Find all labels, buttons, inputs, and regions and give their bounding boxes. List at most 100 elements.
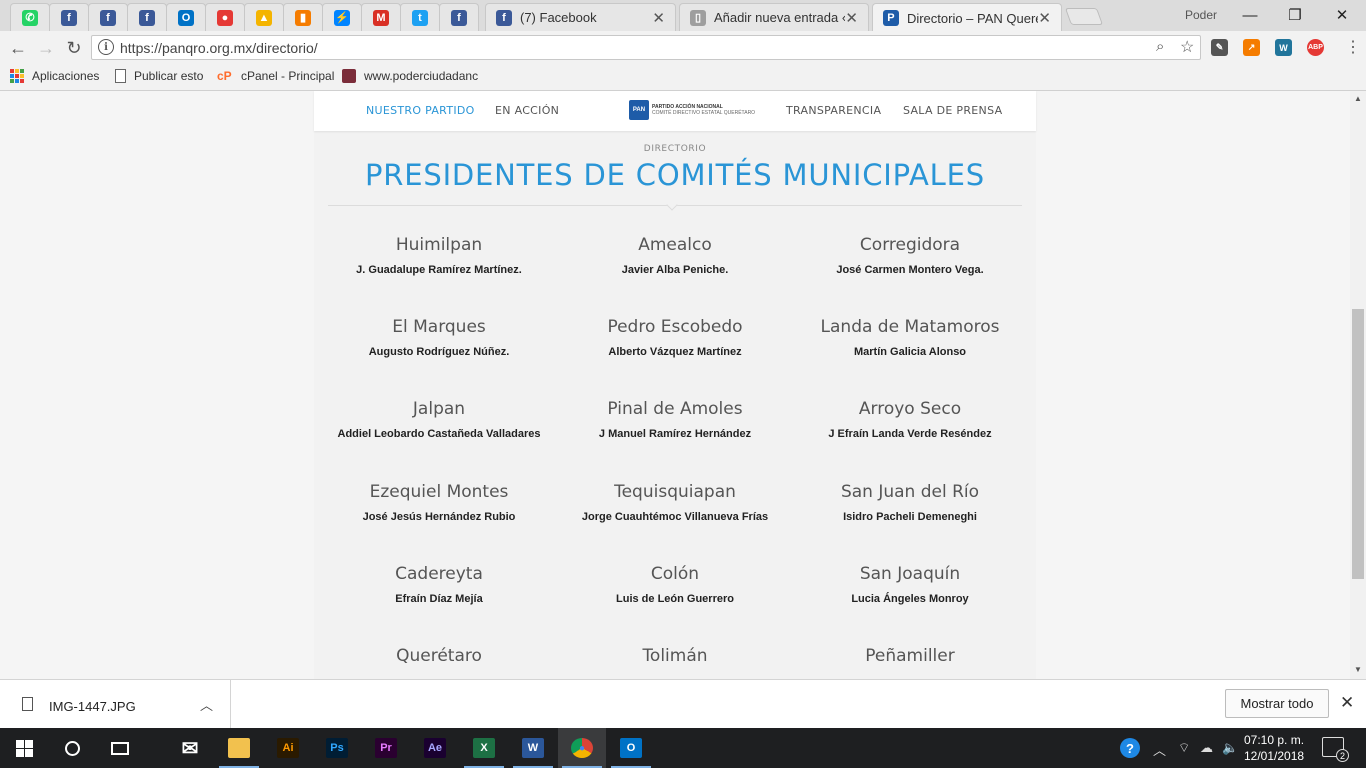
close-tab-icon[interactable]: ✕ [652, 9, 665, 27]
president-name: Isidro Pacheli Demeneghi [843, 511, 977, 523]
municipality-card: Peñamiller [792, 646, 1028, 675]
taskbar-app[interactable]: Ai [264, 728, 312, 768]
wifi-icon[interactable]: ⌔ [1178, 740, 1190, 756]
profile-name[interactable]: Poder [1185, 8, 1217, 22]
task-view-icon[interactable] [96, 728, 144, 768]
bookmark-publicar[interactable]: Publicar esto [115, 69, 203, 83]
taskbar-app[interactable]: W [509, 728, 557, 768]
zoom-icon[interactable]: ⌕ [1156, 38, 1164, 55]
download-file-name: IMG-1447.JPG [49, 699, 136, 714]
nav-en-accion[interactable]: EN ACCIÓN [495, 104, 559, 117]
municipality-card: San Juan del Río Isidro Pacheli Demeneghi [792, 482, 1028, 523]
minimize-button[interactable]: — [1230, 4, 1270, 26]
info-icon[interactable]: i [98, 39, 114, 55]
chart-icon[interactable]: ↗ [1243, 39, 1260, 56]
photoshop-icon: Ps [326, 738, 348, 758]
download-bar: IMG-1447.JPG ︿ Mostrar todo ✕ [0, 679, 1366, 728]
president-name: José Carmen Montero Vega. [836, 264, 984, 276]
pan-logo[interactable]: PAN PARTIDO ACCIÓN NACIONAL COMITÉ DIREC… [629, 100, 755, 120]
browser-tab[interactable]: P Directorio – PAN Queréta✕ [872, 3, 1062, 32]
municipality-name: Tolimán [642, 646, 708, 666]
chevron-up-icon[interactable]: ︿ [1153, 740, 1166, 759]
taskbar-app[interactable]: Ps [313, 728, 361, 768]
pinned-tab[interactable]: t [400, 3, 440, 31]
president-name: Lucia Ángeles Monroy [851, 593, 969, 605]
municipality-name: Jalpan [412, 399, 466, 419]
chevron-up-icon[interactable]: ︿ [200, 695, 213, 714]
restore-button[interactable]: ❐ [1275, 4, 1315, 26]
address-bar[interactable]: i https://panqro.org.mx/directorio/ ⌕ ☆ [91, 35, 1201, 60]
tab-title: (7) Facebook [520, 10, 597, 25]
pinned-tab[interactable]: ⚡ [322, 3, 362, 31]
taskbar-app[interactable]: Pr [362, 728, 410, 768]
cortana-icon[interactable] [48, 728, 96, 768]
municipality-card: Corregidora José Carmen Montero Vega. [792, 235, 1028, 276]
pinned-tab[interactable]: ● [205, 3, 245, 31]
municipality-name: Landa de Matamoros [820, 317, 1000, 337]
cloud-icon[interactable]: ☁ [1200, 740, 1213, 756]
municipality-card: Ezequiel Montes José Jesús Hernández Rubi… [321, 482, 557, 523]
windows-taskbar: ✉ ▬ Ai Ps Pr Ae X W ● O ? ︿ ⌔ ☁ 🔈 07:10 p. m. 12/… [0, 728, 1366, 768]
municipality-name: Ezequiel Montes [369, 482, 509, 502]
pinned-tab[interactable]: M [361, 3, 401, 31]
pinned-tab[interactable]: ▮ [283, 3, 323, 31]
taskbar-app[interactable]: O [607, 728, 655, 768]
evernote-icon[interactable]: ✎ [1211, 39, 1228, 56]
url-text[interactable]: https://panqro.org.mx/directorio/ [120, 40, 318, 56]
taskbar-app[interactable]: ▬ [215, 728, 263, 768]
nav-sala-de-prensa[interactable]: SALA DE PRENSA [903, 104, 1002, 117]
page-icon [115, 69, 126, 83]
bookmark-cpanel[interactable]: cP cPanel - Principal [217, 69, 334, 83]
chrome-icon: ● [571, 738, 593, 758]
windows-start-icon[interactable] [0, 728, 48, 768]
pinned-tab[interactable]: f [439, 3, 479, 31]
pinned-tab[interactable]: ✆ [10, 3, 50, 31]
president-name: Jorge Cuauhtémoc Villanueva Frías [581, 511, 769, 523]
nav-transparencia[interactable]: TRANSPARENCIA [786, 104, 881, 117]
municipality-card: Landa de Matamoros Martín Galicia Alonso [792, 317, 1028, 358]
browser-tab[interactable]: ▯ Añadir nueva entrada ‹ P ✕ [679, 3, 869, 31]
download-item[interactable]: IMG-1447.JPG ︿ [0, 680, 231, 728]
taskbar-app[interactable]: X [460, 728, 508, 768]
site-nav: NUESTRO PARTIDO EN ACCIÓN PAN PARTIDO AC… [314, 91, 1036, 131]
scrollbar-thumb[interactable] [1352, 309, 1364, 579]
reload-icon[interactable]: ↻ [62, 36, 86, 60]
help-icon[interactable]: ? [1120, 738, 1140, 758]
facebook-icon: f [100, 9, 116, 26]
pinned-tab[interactable]: f [127, 3, 167, 31]
bookmark-star-icon[interactable]: ☆ [1180, 37, 1194, 57]
municipality-name: San Joaquín [859, 564, 961, 584]
taskbar-app[interactable]: ● [558, 728, 606, 768]
taskbar-app[interactable]: Ae [411, 728, 459, 768]
show-all-button[interactable]: Mostrar todo [1225, 689, 1329, 718]
adblock-icon[interactable]: ABP [1307, 39, 1324, 56]
scroll-down-icon[interactable]: ▼ [1354, 665, 1362, 674]
close-icon[interactable]: ✕ [1340, 693, 1354, 713]
clock-time: 07:10 p. m. [1244, 733, 1305, 747]
browser-tab[interactable]: f (7) Facebook ✕ [485, 3, 676, 31]
back-icon[interactable]: ← [6, 36, 30, 60]
tab-title: Directorio – PAN Queréta [906, 10, 1038, 26]
scrollbar[interactable]: ▲ ▼ [1350, 91, 1366, 679]
taskbar-app[interactable]: ✉ [166, 728, 214, 768]
nav-nuestro-partido[interactable]: NUESTRO PARTIDO [366, 104, 475, 117]
new-tab-button[interactable] [1064, 8, 1104, 25]
wordpress-icon[interactable]: W [1275, 39, 1292, 56]
pinned-tab[interactable]: ▲ [244, 3, 284, 31]
close-tab-icon[interactable]: ✕ [1038, 9, 1051, 27]
bookmark-apps[interactable]: Aplicaciones [10, 69, 99, 83]
close-tab-icon[interactable]: ✕ [845, 9, 858, 27]
pinned-tab[interactable]: f [88, 3, 128, 31]
word-icon: W [522, 738, 544, 758]
facebook-icon: f [139, 9, 155, 26]
menu-icon[interactable]: ⋮ [1345, 37, 1361, 57]
system-clock[interactable]: 07:10 p. m. 12/01/2018 [1244, 732, 1304, 764]
volume-icon[interactable]: 🔈 [1222, 740, 1238, 756]
close-window-button[interactable]: ✕ [1322, 4, 1362, 26]
pinned-tab[interactable]: f [49, 3, 89, 31]
notification-center-icon[interactable]: 2 [1322, 737, 1349, 762]
bookmark-poderciudadano[interactable]: www.poderciudadanc [342, 69, 480, 83]
scroll-up-icon[interactable]: ▲ [1354, 94, 1362, 103]
pinned-tab[interactable]: O [166, 3, 206, 31]
forward-icon[interactable]: → [34, 36, 58, 60]
